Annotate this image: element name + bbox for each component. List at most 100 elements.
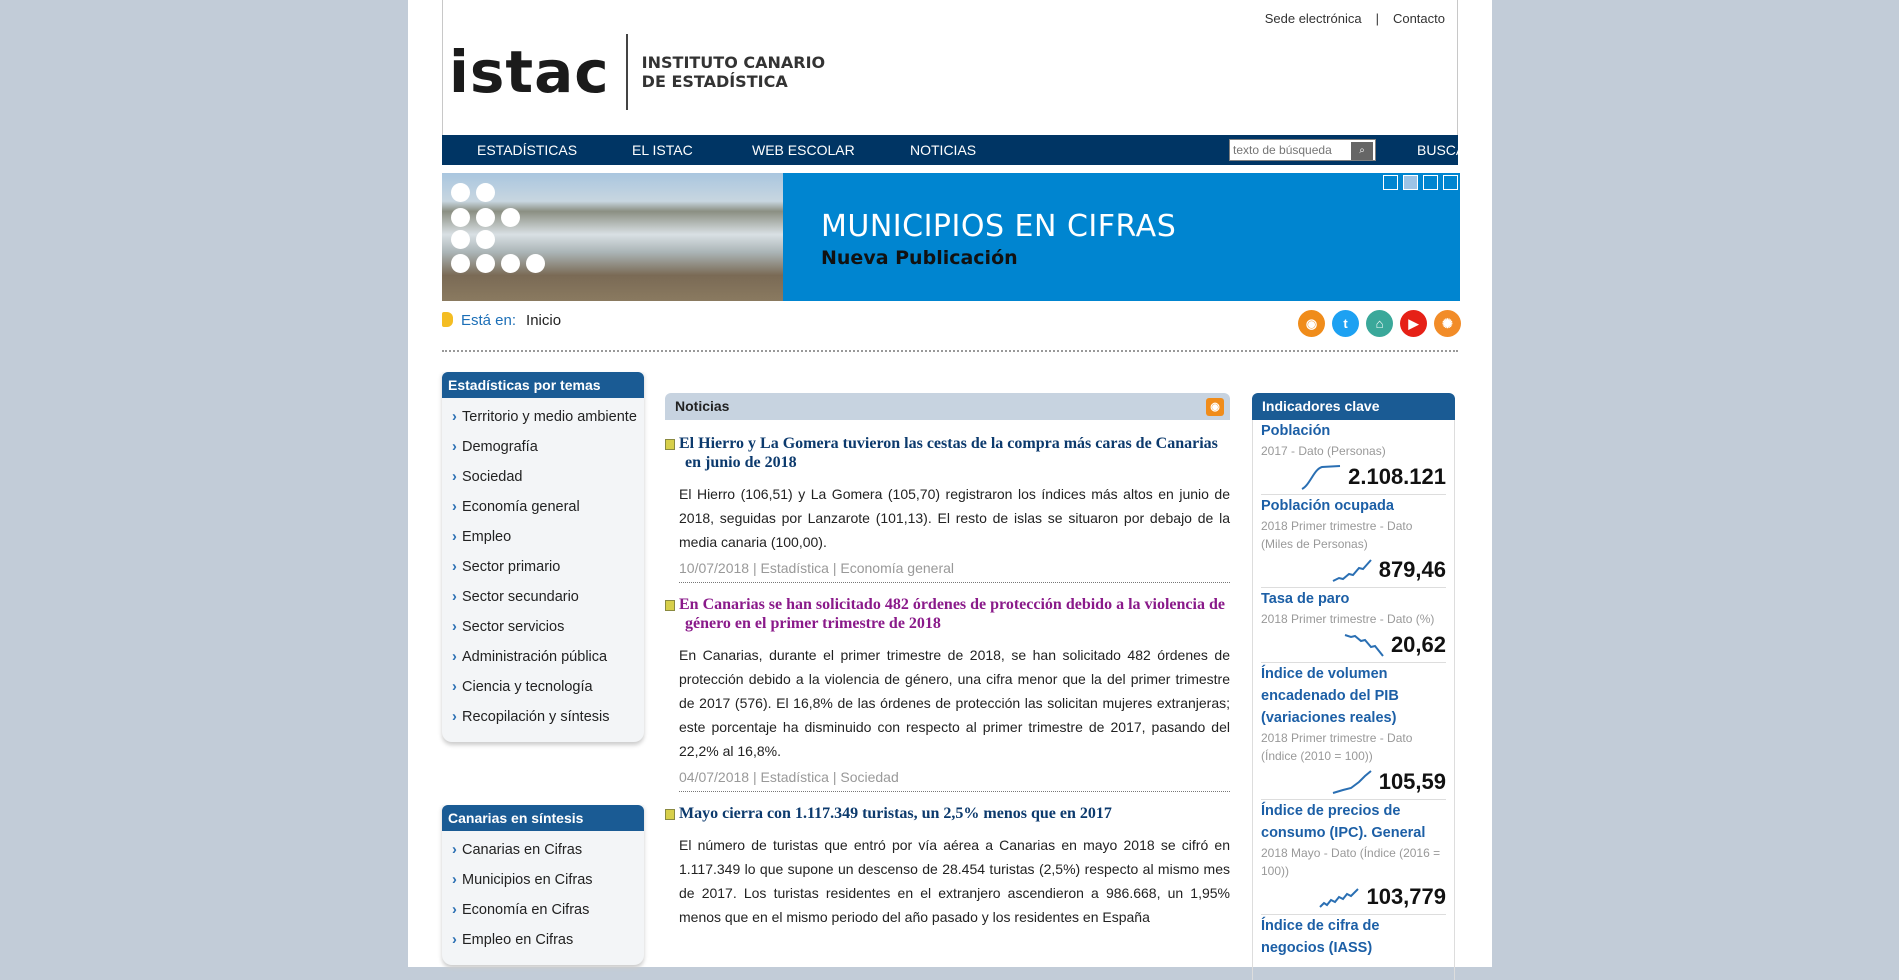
sparkline-icon bbox=[1332, 770, 1372, 794]
news-bullet-icon bbox=[665, 809, 675, 820]
news-item: En Canarias se han solicitado 482 órdene… bbox=[665, 595, 1230, 792]
indicators-panel: Indicadores clave Población 2017 - Dato … bbox=[1252, 393, 1455, 980]
nav-estadisticas[interactable]: ESTADÍSTICAS bbox=[477, 135, 577, 165]
indicator-subtitle: 2017 - Dato (Personas) bbox=[1261, 444, 1386, 458]
news-item-title[interactable]: Mayo cierra con 1.117.349 turistas, un 2… bbox=[679, 804, 1230, 823]
news-header: Noticias ◉ bbox=[665, 393, 1230, 420]
tema-item[interactable]: Sector primario bbox=[452, 556, 638, 586]
open-data-icon[interactable]: ✺ bbox=[1434, 310, 1461, 337]
indicator-name[interactable]: Índice de precios de consumo (IPC). Gene… bbox=[1261, 799, 1446, 844]
news-item: El Hierro y La Gomera tuvieron las cesta… bbox=[665, 434, 1230, 583]
banner-subtitle: Nueva Publicación bbox=[821, 247, 1018, 269]
social-links: ◉ t ⌂ ▶ ✺ bbox=[1298, 310, 1461, 337]
indicator-subtitle: 2018 Primer trimestre - Dato (Índice (20… bbox=[1261, 731, 1413, 763]
news-bullet-icon bbox=[665, 439, 675, 450]
news-title: Noticias bbox=[675, 398, 730, 414]
news-item: Mayo cierra con 1.117.349 turistas, un 2… bbox=[665, 804, 1230, 929]
breadcrumb-flag-icon bbox=[442, 312, 453, 327]
temas-title: Estadísticas por temas bbox=[442, 372, 644, 398]
indicator-value: 20,62 bbox=[1390, 632, 1446, 657]
news-item-body: En Canarias, durante el primer trimestre… bbox=[679, 647, 1230, 759]
tema-item[interactable]: Demografía bbox=[452, 436, 638, 466]
sede-electronica-link[interactable]: Sede electrónica bbox=[1265, 11, 1362, 26]
news-rss-icon[interactable]: ◉ bbox=[1206, 398, 1224, 416]
indicator-value-row: 105,59 bbox=[1261, 765, 1446, 799]
logo-wordmark: istac bbox=[449, 38, 610, 106]
indicator-value-row: 2.108.121 bbox=[1261, 460, 1446, 494]
sintesis-item[interactable]: Empleo en Cifras bbox=[452, 929, 638, 959]
logo-institute-name: INSTITUTO CANARIO DE ESTADÍSTICA bbox=[641, 53, 826, 91]
nav-el-istac[interactable]: EL ISTAC bbox=[632, 135, 693, 165]
contacto-link[interactable]: Contacto bbox=[1393, 11, 1445, 26]
main-nav: ESTADÍSTICAS EL ISTAC WEB ESCOLAR NOTICI… bbox=[442, 135, 1475, 165]
banner-photo bbox=[442, 173, 783, 301]
news-item-body: El Hierro (106,51) y La Gomera (105,70) … bbox=[679, 486, 1230, 550]
search-button[interactable]: BUSCAR bbox=[1417, 135, 1475, 165]
tema-item[interactable]: Ciencia y tecnología bbox=[452, 676, 638, 706]
indicator-value: 103,779 bbox=[1366, 884, 1446, 909]
link-separator: | bbox=[1375, 11, 1379, 26]
tema-item[interactable]: Sociedad bbox=[452, 466, 638, 496]
youtube-icon[interactable]: ▶ bbox=[1400, 310, 1427, 337]
news-item-title[interactable]: En Canarias se han solicitado 482 órdene… bbox=[679, 595, 1230, 633]
temas-box: Estadísticas por temas Territorio y medi… bbox=[442, 372, 644, 742]
content-divider bbox=[442, 350, 1458, 352]
tema-item[interactable]: Sector secundario bbox=[452, 586, 638, 616]
tema-item[interactable]: Sector servicios bbox=[452, 616, 638, 646]
indicator-value-row: 20,62 bbox=[1261, 628, 1446, 662]
istac-logo[interactable]: istac INSTITUTO CANARIO DE ESTADÍSTICA bbox=[449, 34, 825, 110]
search-input[interactable] bbox=[1230, 140, 1350, 160]
news-item-title[interactable]: El Hierro y La Gomera tuvieron las cesta… bbox=[679, 434, 1230, 472]
news-panel: Noticias ◉ El Hierro y La Gomera tuviero… bbox=[665, 393, 1230, 929]
nav-noticias[interactable]: NOTICIAS bbox=[910, 135, 976, 165]
breadcrumb: Está en: Inicio bbox=[442, 312, 561, 329]
sintesis-item[interactable]: Economía en Cifras bbox=[452, 899, 638, 929]
sintesis-item[interactable]: Canarias en Cifras bbox=[452, 839, 638, 869]
sparkline-icon bbox=[1319, 888, 1360, 908]
sintesis-box: Canarias en síntesis Canarias en Cifras … bbox=[442, 805, 644, 965]
indicator-value: 105,59 bbox=[1378, 769, 1446, 794]
indicator-name[interactable]: Tasa de paro bbox=[1261, 587, 1446, 610]
indicators-list: Población 2017 - Dato (Personas) 2.108.1… bbox=[1252, 420, 1455, 980]
indicator-subtitle: 2018 Primer trimestre - Dato (Miles de P… bbox=[1261, 519, 1413, 551]
banner-title: MUNICIPIOS EN CIFRAS bbox=[821, 209, 1177, 244]
indicator-name[interactable]: Índice de volumen encadenado del PIB (va… bbox=[1261, 662, 1446, 729]
tema-item[interactable]: Administración pública bbox=[452, 646, 638, 676]
indicator-value-row: 103,779 bbox=[1261, 880, 1446, 914]
indicator-name[interactable]: Población ocupada bbox=[1261, 494, 1446, 517]
news-item-meta: 04/07/2018 | Estadística | Sociedad bbox=[679, 769, 1230, 792]
indicator-subtitle: 2018 Primer trimestre - Dato (%) bbox=[1261, 612, 1435, 626]
search-icon[interactable]: ⌕ bbox=[1351, 142, 1373, 160]
indicator-name[interactable]: Índice de cifra de negocios (IASS) bbox=[1261, 914, 1446, 959]
github-icon[interactable]: ⌂ bbox=[1366, 310, 1393, 337]
news-bullet-icon bbox=[665, 600, 675, 611]
banner[interactable]: MUNICIPIOS EN CIFRAS Nueva Publicación bbox=[442, 173, 1460, 301]
indicator-value: 2.108.121 bbox=[1348, 464, 1446, 489]
header: Sede electrónica | Contacto istac INSTITUT… bbox=[442, 0, 1458, 135]
twitter-icon[interactable]: t bbox=[1332, 310, 1359, 337]
breadcrumb-label: Está en: bbox=[461, 312, 517, 329]
banner-page-1[interactable] bbox=[1383, 175, 1398, 190]
sintesis-item[interactable]: Municipios en Cifras bbox=[452, 869, 638, 899]
sparkline-icon bbox=[1332, 559, 1372, 582]
banner-page-4[interactable] bbox=[1443, 175, 1458, 190]
sparkline-icon bbox=[1301, 465, 1341, 490]
banner-page-2[interactable] bbox=[1403, 175, 1418, 190]
sparkline-icon bbox=[1344, 634, 1384, 657]
tema-item[interactable]: Recopilación y síntesis bbox=[452, 706, 638, 736]
indicator-subtitle: 2018 Mayo - Dato (Índice (2016 = 100)) bbox=[1261, 846, 1441, 878]
top-links: Sede electrónica | Contacto bbox=[1265, 11, 1445, 26]
indicator-name[interactable]: Población bbox=[1261, 420, 1446, 442]
tema-item[interactable]: Economía general bbox=[452, 496, 638, 526]
tema-item[interactable]: Empleo bbox=[452, 526, 638, 556]
news-item-meta: 10/07/2018 | Estadística | Economía gene… bbox=[679, 560, 1230, 583]
sintesis-title: Canarias en síntesis bbox=[442, 805, 644, 831]
banner-page-3[interactable] bbox=[1423, 175, 1438, 190]
news-item-body: El número de turistas que entró por vía … bbox=[679, 837, 1230, 925]
page: Sede electrónica | Contacto istac INSTITUT… bbox=[408, 0, 1492, 980]
breadcrumb-current: Inicio bbox=[526, 312, 562, 329]
nav-web-escolar[interactable]: WEB ESCOLAR bbox=[752, 135, 855, 165]
search-box: ⌕ bbox=[1229, 139, 1376, 161]
tema-item[interactable]: Territorio y medio ambiente bbox=[452, 406, 638, 436]
rss-icon[interactable]: ◉ bbox=[1298, 310, 1325, 337]
